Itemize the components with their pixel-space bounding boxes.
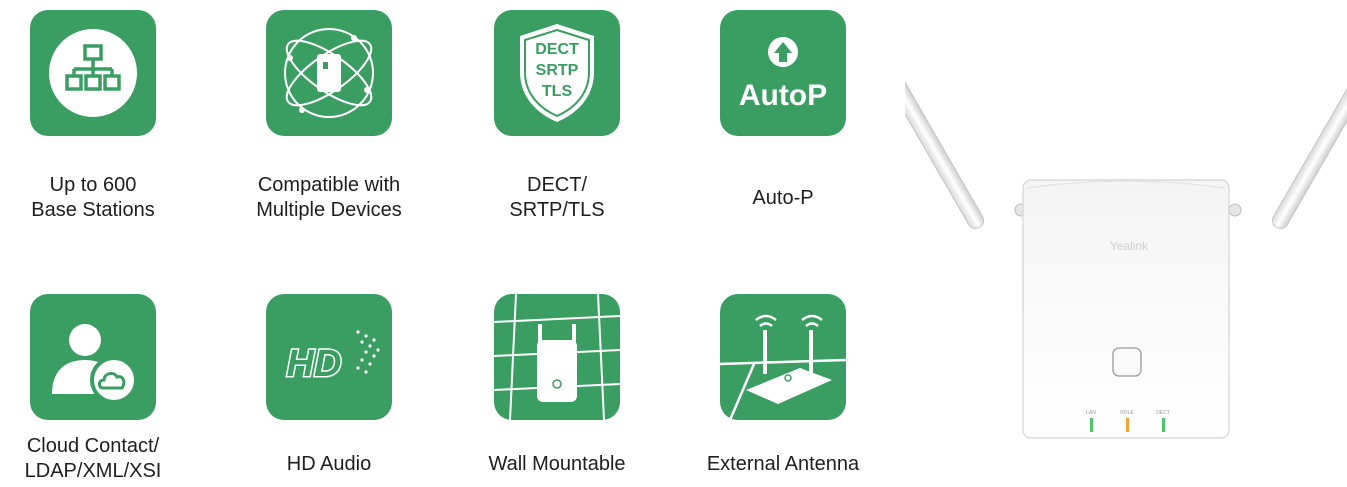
hd-audio-icon: HD [285, 330, 380, 387]
caption-line: LDAP/XML/XSI [24, 460, 162, 482]
caption-line: Multiple Devices [256, 199, 402, 221]
feature-tile-external-antenna [720, 294, 846, 420]
device-button [1112, 347, 1142, 377]
led-label-dect: DECT [1156, 410, 1170, 416]
caption-security: DECT/ SRTP/TLS [457, 173, 657, 223]
feature-tile-cloud-contact [30, 294, 156, 420]
caption-multiple-devices: Compatible with Multiple Devices [229, 173, 429, 223]
feature-tile-multiple-devices [266, 10, 392, 136]
base-station-device-image: Yealink LAN ROLE DECT [905, 52, 1347, 439]
right-antenna [1228, 52, 1347, 229]
network-tree-icon [49, 29, 137, 117]
caption-line: External Antenna [706, 453, 860, 475]
led-lan [1090, 418, 1093, 432]
led-dect [1162, 418, 1165, 432]
caption-wall-mount: Wall Mountable [457, 452, 657, 477]
caption-line: DECT/ [527, 174, 587, 196]
wall-mount-icon [494, 294, 620, 420]
caption-line: Up to 600 [49, 174, 137, 196]
caption-base-stations: Up to 600 Base Stations [0, 173, 193, 223]
feature-tile-security: DECT SRTP TLS [494, 10, 620, 136]
feature-tile-hd-audio: HD [266, 294, 392, 420]
led-role [1126, 418, 1129, 432]
caption-autop: Auto-P [683, 186, 883, 211]
caption-line: Compatible with [257, 174, 401, 196]
caption-cloud-contact: Cloud Contact/ LDAP/XML/XSI [0, 434, 193, 484]
caption-line: Base Stations [31, 199, 155, 221]
caption-hd-audio: HD Audio [229, 452, 429, 477]
caption-line: Wall Mountable [488, 453, 626, 475]
caption-external-antenna: External Antenna [683, 452, 883, 477]
autop-upload-icon: AutoP [739, 37, 827, 112]
caption-line: SRTP/TLS [509, 199, 605, 221]
caption-line: Cloud Contact/ [26, 435, 160, 457]
cloud-contact-icon [52, 324, 138, 404]
shield-line-2: SRTP [536, 62, 579, 79]
caption-line: Auto-P [752, 187, 814, 209]
shield-line-3: TLS [542, 83, 573, 100]
caption-line: HD Audio [286, 453, 372, 475]
left-antenna [905, 52, 1028, 229]
external-antenna-icon [720, 314, 846, 420]
brand-logo: Yealink [1110, 239, 1149, 253]
led-label-lan: LAN [1086, 410, 1096, 416]
feature-tile-base-stations [30, 10, 156, 136]
hd-badge-text: HD [287, 343, 342, 385]
feature-tile-autop: AutoP [720, 10, 846, 136]
feature-tile-wall-mount [494, 294, 620, 420]
led-label-role: ROLE [1120, 410, 1134, 416]
autop-badge-text: AutoP [739, 79, 827, 112]
security-shield-icon: DECT SRTP TLS [520, 24, 594, 122]
multi-device-orbit-icon [284, 28, 374, 118]
shield-line-1: DECT [535, 41, 579, 58]
device-body [1022, 179, 1230, 439]
